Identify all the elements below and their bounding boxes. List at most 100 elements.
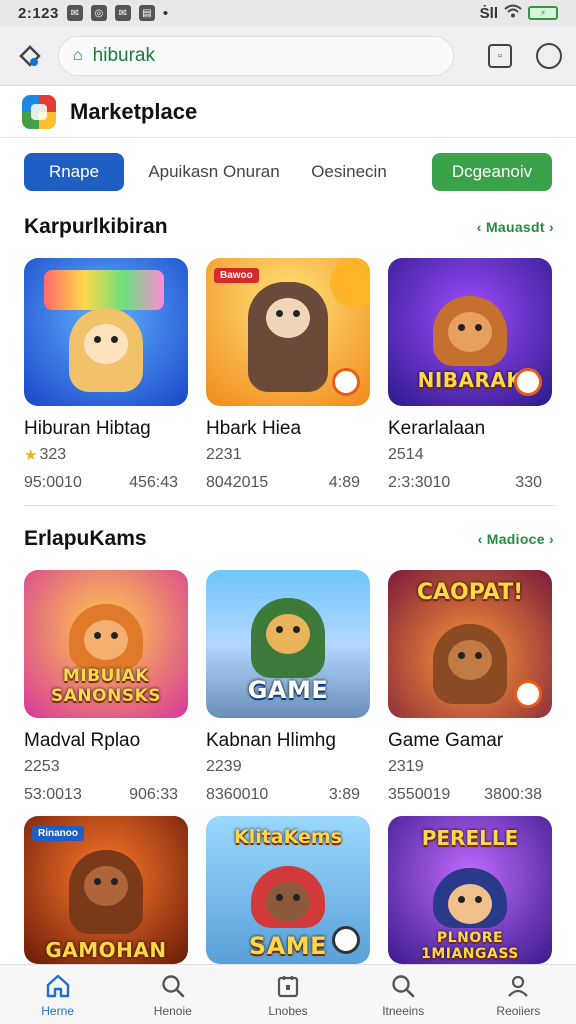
rating-value: 2231 [206,446,242,463]
chip-apuikasn-onuran[interactable]: Apuikasn Onuran [144,153,284,191]
app-card[interactable]: CAOPAT! Game Gamar 2319 3550019 3800:38 [388,570,552,804]
app-card[interactable]: Rinanoo GAMOHAN [24,816,188,964]
character-face [84,324,128,364]
app-card[interactable]: Bawoo Hbark Hiea 2231 8042015 4:89 [206,258,370,492]
app-thumbnail[interactable]: CAOPAT! [388,570,552,718]
browser-toolbar: ⌂ hiburak ▫ [0,26,576,86]
search-icon [159,972,187,1000]
rating-value: 2239 [206,758,242,775]
section-title: ErlapuKams [24,527,147,550]
see-more-link[interactable]: ‹ Madioce › [478,531,554,547]
character-face [266,882,310,922]
card-rating: 2319 [388,758,552,776]
lock-icon: ⌂ [73,46,83,64]
notification-icon: ✉ [114,5,131,21]
app-card[interactable]: Hiburan Hibtag ★ 323 95:0010 456:43 [24,258,188,492]
notification-icon: ◎ [90,5,107,21]
nav-label: Herne [41,1003,74,1018]
app-card[interactable]: KlitaKems SAME [206,816,370,964]
character-face [448,884,492,924]
character-art [433,624,507,704]
nav-label: Reoiiers [496,1003,541,1018]
app-thumbnail[interactable]: GAME [206,570,370,718]
nav-item-search-2[interactable]: Itneeins [346,965,461,1024]
section-title: Karpurlkibiran [24,215,168,238]
site-settings-icon[interactable] [14,40,46,72]
star-icon: ★ [24,447,38,464]
character-face [84,866,128,906]
character-art [69,850,143,934]
rating-value: 323 [39,446,67,463]
card-row: Rinanoo GAMOHAN KlitaKems SAME PERELLE P… [0,816,576,964]
notification-icon: ▤ [138,5,155,21]
nav-item-search[interactable]: Henoie [115,965,230,1024]
app-thumbnail[interactable]: PERELLE PLNORE 1MIANGASS [388,816,552,964]
card-meta: 8042015 4:89 [206,474,370,492]
app-logo [22,94,56,129]
play-badge-icon [332,368,360,396]
card-rating: 2253 [24,758,188,776]
rating-value: 2514 [388,446,424,463]
browser-actions: ▫ [488,42,562,69]
character-face [266,614,310,654]
filter-chips: Rnape Apuikasn Onuran Oesinecin Dcgeanoi… [0,152,576,192]
character-art [69,308,143,392]
wifi-icon [504,4,522,22]
card-title: Hiburan Hibtag [24,418,151,439]
character-art [251,598,325,678]
chip-dcgeanoiv[interactable]: Dcgeanoiv [432,153,552,191]
search-icon [389,972,417,1000]
character-face [84,620,128,660]
app-card[interactable]: MIBUIAK SANONSKS Madval Rplao 2253 53:00… [24,570,188,804]
menu-button[interactable] [536,42,562,69]
app-thumbnail[interactable]: Rinanoo GAMOHAN [24,816,188,964]
app-card[interactable]: NIBARAK Kerarlalaan 2514 2:3:3010 330 [388,258,552,492]
meta-right: 4:89 [328,474,360,491]
character-art [433,868,507,928]
section-header: ErlapuKams ‹ Madioce › [0,524,576,554]
character-face [266,298,310,338]
page-title: Marketplace [70,98,198,124]
thumbnail-title: GAMOHAN [45,938,167,962]
glow-art [330,258,370,308]
card-rating: 2239 [206,758,370,776]
app-thumbnail[interactable] [24,258,188,406]
chip-oesinecin[interactable]: Oesinecin [304,153,394,191]
nav-item-calendar[interactable]: Lnobes [230,965,345,1024]
card-meta: 2:3:3010 330 [388,474,552,492]
thumbnail-tag: Rinanoo [32,826,84,841]
see-more-link[interactable]: ‹ Mauasdt › [477,219,554,235]
meta-left: 2:3:3010 [388,474,451,491]
play-badge-icon [514,680,542,708]
card-meta: 95:0010 456:43 [24,474,188,492]
thumbnail-title: GAME [247,676,329,704]
status-bar: 2:123 ✉ ◎ ✉ ▤ • Ṡll ⚡ [0,0,576,26]
character-face [448,640,492,680]
more-dot-icon: • [162,4,169,22]
card-title: Hbark Hiea [206,418,302,439]
battery-icon: ⚡ [528,6,558,20]
thumbnail-subtitle: PERELLE [421,826,519,850]
app-card[interactable]: PERELLE PLNORE 1MIANGASS [388,816,552,964]
chip-rnape[interactable]: Rnape [24,153,124,191]
thumbnail-tag: Bawoo [214,268,259,283]
rating-value: 2319 [388,758,424,775]
card-title: Madval Rplao [24,730,141,751]
character-art [248,282,328,392]
thumbnail-subtitle: KlitaKems [233,826,343,848]
character-art [69,604,143,670]
app-thumbnail[interactable]: NIBARAK [388,258,552,406]
app-thumbnail[interactable]: KlitaKems SAME [206,816,370,964]
url-bar[interactable]: ⌂ hiburak [58,35,454,76]
app-card[interactable]: GAME Kabnan Hlimhg 2239 8360010 3:89 [206,570,370,804]
nav-item-home[interactable]: Herne [0,965,115,1024]
nav-item-profile[interactable]: Reoiiers [461,965,576,1024]
status-time: 2:123 [18,4,59,22]
app-thumbnail[interactable]: MIBUIAK SANONSKS [24,570,188,718]
character-face [448,312,492,352]
tabs-button[interactable]: ▫ [488,43,512,68]
app-thumbnail[interactable]: Bawoo [206,258,370,406]
card-rating: ★ 323 [24,446,188,464]
section-header: Karpurlkibiran ‹ Mauasdt › [0,212,576,242]
section-3: Rinanoo GAMOHAN KlitaKems SAME PERELLE P… [0,800,576,964]
